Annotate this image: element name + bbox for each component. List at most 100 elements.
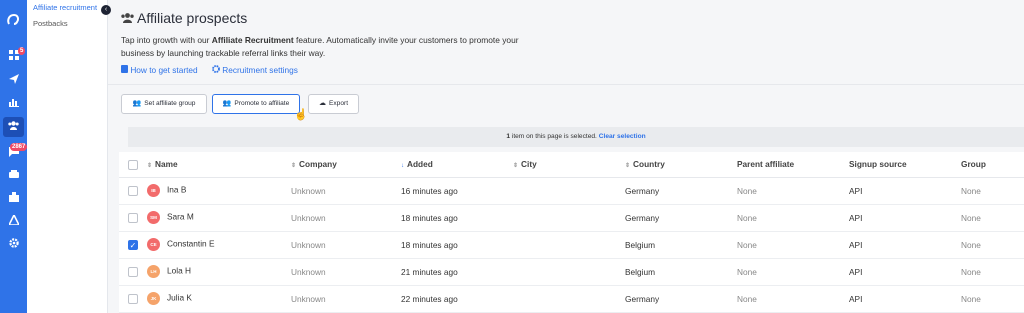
avatar: SM <box>147 211 160 224</box>
pointer-cursor-icon: ☝ <box>294 109 308 121</box>
reports-icon[interactable] <box>6 97 21 112</box>
divider <box>108 84 1024 85</box>
integrations-icon[interactable] <box>6 192 21 207</box>
row-checkbox-cell <box>119 204 147 232</box>
row-checkbox-cell: ✓ <box>119 231 147 259</box>
users-icon <box>121 12 137 26</box>
column-label-group: Group <box>961 159 986 170</box>
avatar: LH <box>147 265 160 278</box>
users-icon: 👥 <box>132 100 142 107</box>
avatar: JK <box>147 292 160 305</box>
page-description: Tap into growth with our Affiliate Recru… <box>121 34 541 60</box>
cell-name[interactable]: SM Sara M <box>147 204 291 232</box>
prospect-name: Lola H <box>167 265 191 276</box>
column-label-source: Signup source <box>849 159 907 170</box>
cell-source: API <box>849 285 961 313</box>
subnav-item-postbacks[interactable]: Postbacks <box>33 19 68 28</box>
cell-name[interactable]: CE Constantin E <box>147 231 291 259</box>
cell-parent: None <box>737 285 849 313</box>
column-label-company: Company <box>299 159 337 170</box>
help-links: How to get started Recruitment settings <box>121 65 310 75</box>
cell-company: Unknown <box>291 177 401 205</box>
column-label-city: City <box>521 159 537 170</box>
column-header-source: Signup source <box>849 152 961 178</box>
cell-city <box>513 177 625 205</box>
prospect-name: Ina B <box>167 184 187 195</box>
column-label-name: Name <box>155 159 178 170</box>
sort-icon: ⇕ <box>513 163 519 170</box>
row-checkbox[interactable] <box>128 266 138 277</box>
column-header-added[interactable]: ↓ Added <box>401 152 513 178</box>
row-checkbox[interactable] <box>128 212 138 223</box>
logo-icon[interactable] <box>6 12 21 27</box>
cell-group: None <box>961 177 1024 205</box>
desc-bold: Affiliate Recruitment <box>211 35 294 45</box>
cell-parent: None <box>737 177 849 205</box>
icon-rail: 5 2867 <box>0 0 28 313</box>
row-checkbox-cell <box>119 285 147 313</box>
selection-bar: 1 item on this page is selected. Clear s… <box>128 127 1024 147</box>
prospect-name: Constantin E <box>167 238 215 249</box>
sort-icon: ⇕ <box>625 163 631 170</box>
recruitment-settings-link[interactable]: Recruitment settings <box>212 65 304 75</box>
sub-navigation: Affiliate recruitment Postbacks <box>27 0 108 313</box>
prospects-table: ⇕ Name ⇕ Company ↓ Added ⇕ City ⇕ Country Par… <box>119 152 1024 313</box>
cell-country: Germany <box>625 285 737 313</box>
column-header-country[interactable]: ⇕ Country <box>625 152 737 178</box>
cell-company: Unknown <box>291 231 401 259</box>
page-title-text: Affiliate prospects <box>137 10 248 26</box>
column-header-name[interactable]: ⇕ Name <box>147 152 291 178</box>
prospect-name: Sara M <box>167 211 194 222</box>
cell-city <box>513 231 625 259</box>
cell-city <box>513 204 625 232</box>
set-affiliate-group-button[interactable]: 👥 Set affiliate group <box>121 94 207 114</box>
settings-icon[interactable] <box>6 238 21 253</box>
users-icon: 👥 <box>222 100 232 107</box>
clear-selection-link[interactable]: Clear selection <box>599 133 646 140</box>
table-row[interactable]: IB Ina B Unknown 16 minutes ago Germany None A… <box>119 177 1024 205</box>
cell-name[interactable]: IB Ina B <box>147 177 291 205</box>
cell-city <box>513 258 625 286</box>
export-button[interactable]: ☁ Export <box>308 94 359 114</box>
table-header-row: ⇕ Name ⇕ Company ↓ Added ⇕ City ⇕ Country Par… <box>119 152 1024 178</box>
table-row[interactable]: SM Sara M Unknown 18 minutes ago Germany None… <box>119 204 1024 232</box>
how-to-link[interactable]: How to get started <box>121 65 206 75</box>
cell-parent: None <box>737 204 849 232</box>
cell-added: 18 minutes ago <box>401 231 513 259</box>
table-row[interactable]: LH Lola H Unknown 21 minutes ago Belgium None… <box>119 258 1024 286</box>
column-label-parent: Parent affiliate <box>737 159 795 170</box>
select-all-checkbox[interactable] <box>128 159 138 170</box>
dashboard-badge: 5 <box>18 47 26 55</box>
select-all-checkbox-cell <box>119 152 147 178</box>
payouts-icon[interactable] <box>6 169 21 184</box>
cell-group: None <box>961 231 1024 259</box>
cell-source: API <box>849 204 961 232</box>
cell-added: 18 minutes ago <box>401 204 513 232</box>
cell-name[interactable]: JK Julia K <box>147 285 291 313</box>
row-checkbox[interactable] <box>128 185 138 196</box>
gear-icon <box>212 65 220 73</box>
table-row[interactable]: ✓ CE Constantin E Unknown 18 minutes ago Belg… <box>119 231 1024 259</box>
table-row[interactable]: JK Julia K Unknown 22 minutes ago Germany Non… <box>119 285 1024 313</box>
column-header-city[interactable]: ⇕ City <box>513 152 625 178</box>
messages-badge: 2867 <box>10 143 28 151</box>
cell-source: API <box>849 177 961 205</box>
row-checkbox[interactable]: ✓ <box>128 239 138 250</box>
tools-icon[interactable] <box>6 213 21 230</box>
set-group-label: Set affiliate group <box>144 100 196 107</box>
subnav-item-affiliate-recruitment[interactable]: Affiliate recruitment <box>33 3 97 12</box>
cell-company: Unknown <box>291 204 401 232</box>
cell-city <box>513 285 625 313</box>
promote-to-affiliate-button[interactable]: 👥 Promote to affiliate <box>212 94 300 114</box>
column-header-company[interactable]: ⇕ Company <box>291 152 401 178</box>
cell-name[interactable]: LH Lola H <box>147 258 291 286</box>
column-label-country: Country <box>633 159 665 170</box>
affiliates-icon[interactable] <box>6 120 21 135</box>
cell-parent: None <box>737 258 849 286</box>
cell-added: 16 minutes ago <box>401 177 513 205</box>
campaign-icon[interactable] <box>6 74 21 89</box>
avatar: IB <box>147 184 160 197</box>
cell-added: 21 minutes ago <box>401 258 513 286</box>
export-label: Export <box>328 100 349 107</box>
row-checkbox[interactable] <box>128 293 138 304</box>
